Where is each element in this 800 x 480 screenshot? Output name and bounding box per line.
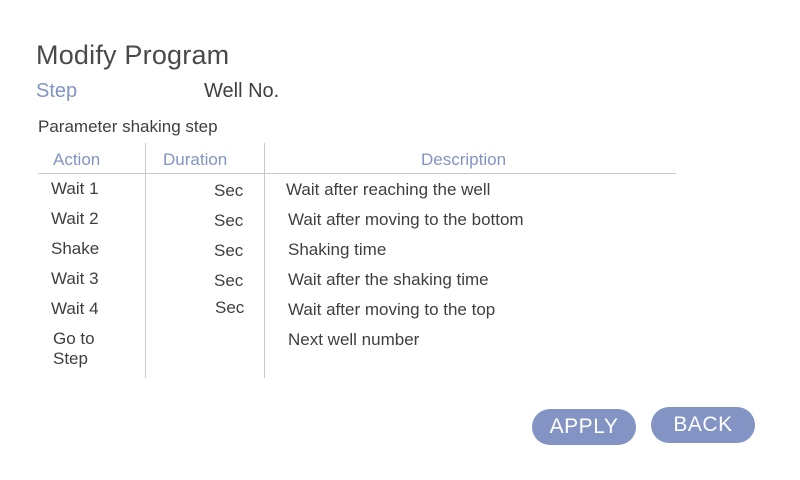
step-label[interactable]: Step [36, 80, 77, 103]
column-divider [264, 143, 265, 378]
well-number-label: Well No. [204, 80, 280, 102]
column-divider [145, 143, 146, 378]
row-action: Go to Step [53, 329, 95, 369]
column-header-description: Description [421, 150, 507, 169]
row-description: Next well number [288, 330, 420, 349]
apply-button[interactable]: APPLY [532, 409, 636, 445]
row-duration-unit: Sec [214, 241, 244, 260]
page-title: Modify Program [36, 40, 230, 70]
row-action: Wait 3 [51, 269, 99, 288]
row-duration-unit: Sec [214, 271, 244, 290]
row-description: Wait after moving to the bottom [288, 210, 524, 229]
section-label: Parameter shaking step [38, 117, 218, 136]
row-description: Wait after the shaking time [288, 270, 489, 289]
row-action: Shake [51, 239, 100, 258]
back-button[interactable]: BACK [651, 407, 755, 443]
row-action: Wait 4 [51, 299, 99, 318]
row-action: Wait 1 [51, 179, 99, 198]
row-duration-unit: Sec [215, 298, 245, 317]
column-header-action: Action [53, 150, 101, 169]
row-description: Wait after moving to the top [288, 300, 496, 319]
row-description: Shaking time [288, 240, 387, 259]
row-action: Wait 2 [51, 209, 99, 228]
column-header-duration: Duration [163, 150, 228, 169]
row-action-line: Go to [53, 329, 95, 348]
row-action-line: Step [53, 349, 88, 368]
row-description: Wait after reaching the well [286, 180, 491, 199]
row-duration-unit: Sec [214, 181, 244, 200]
row-duration-unit: Sec [214, 211, 244, 230]
header-divider [38, 173, 676, 174]
